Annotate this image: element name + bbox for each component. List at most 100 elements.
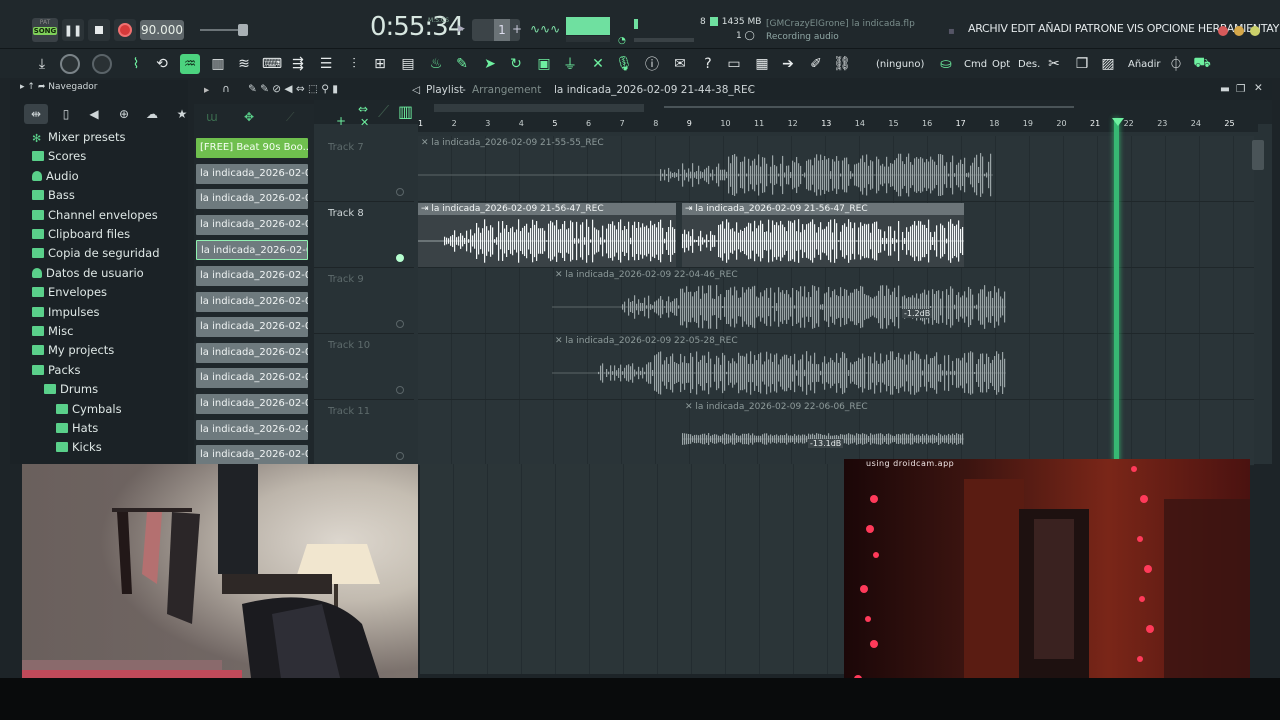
browser-item[interactable]: Cymbals <box>10 402 188 421</box>
download-icon[interactable]: ⤓ <box>32 54 52 74</box>
browser-item[interactable]: Misc <box>10 324 188 343</box>
minimize-window-icon[interactable] <box>1234 26 1244 36</box>
refresh-icon[interactable]: ↻ <box>506 54 526 74</box>
browser-plugin-icon[interactable]: ⊕ <box>112 104 136 124</box>
snap-icon[interactable]: ⏀ <box>1166 54 1186 74</box>
magnet-icon[interactable]: ∩ <box>222 83 230 95</box>
browser-menu-icon[interactable]: ▸ <box>20 82 25 92</box>
window-icon[interactable]: ▭ <box>724 54 744 74</box>
track-mute-led[interactable] <box>396 188 404 196</box>
link-icon[interactable]: ⛓ <box>832 54 852 74</box>
maximize-window-icon[interactable] <box>1250 26 1260 36</box>
timeline-ruler[interactable]: 1 2 3 4 5 6 7 8 9 10 11 12 13 14 15 16 17 18 19 20 21 22 23 24 2… <box>418 118 1258 132</box>
plug-icon[interactable]: ⏚ <box>560 54 580 74</box>
wait-input-icon[interactable]: ⇶ <box>288 54 308 74</box>
remove-icon[interactable]: ✕ <box>360 116 369 129</box>
picker-clip-item[interactable]: la indicada_2026-02-09... <box>196 189 308 210</box>
browser-item[interactable]: Copia de seguridad <box>10 246 188 265</box>
typing-keyboard-icon[interactable]: ⌨ <box>262 54 282 74</box>
pencil-icon[interactable]: ✐ <box>806 54 826 74</box>
pl-options-icon[interactable]: ▸ <box>204 84 209 96</box>
blend-icon[interactable]: ≋ <box>234 54 254 74</box>
piano-icon[interactable]: ▦ <box>752 54 772 74</box>
picker-clip-item[interactable]: la indicada_2026-02-09... <box>196 317 308 338</box>
audio-clip[interactable]: ✕ la indicada_2026-02-09 22-06-06_REC -13… <box>682 401 964 465</box>
audio-clip[interactable]: ✕ la indicada_2026-02-09 21-55-55_REC <box>418 137 993 201</box>
curve-icon[interactable]: ⌇ <box>126 54 146 74</box>
browser-star-icon[interactable]: ★ <box>170 104 194 124</box>
track-lane[interactable]: ✕ la indicada_2026-02-09 22-05-28_REC <box>418 334 1254 400</box>
ninguno-selector[interactable]: (ninguno) <box>876 59 924 70</box>
picker-clip-item[interactable]: la indicada_2026-02-09... <box>196 394 308 414</box>
piano-roll-icon[interactable]: ▤ <box>398 54 418 74</box>
scroll-track[interactable] <box>664 106 1074 108</box>
playhead-marker[interactable] <box>1112 118 1124 126</box>
clip-close-icon[interactable]: ✕ <box>685 402 695 412</box>
plugin-icon[interactable]: ♨ <box>426 54 446 74</box>
loop-icon[interactable]: ⟲ <box>152 54 172 74</box>
info-icon[interactable]: ⓘ <box>642 54 662 74</box>
clip-close-icon[interactable]: ✕ <box>555 270 565 280</box>
audio-clip[interactable]: ⇥ la indicada_2026-02-09 21-56-47_REC <box>682 203 964 267</box>
tempo-display[interactable]: 90.000 <box>140 20 184 40</box>
browser-item[interactable]: Envelopes <box>10 285 188 304</box>
copy-icon[interactable]: ❐ <box>1072 54 1092 74</box>
main-pitch-knob[interactable] <box>60 54 80 74</box>
add-pattern-icon[interactable]: + <box>512 22 522 36</box>
picker-clip-item[interactable]: la indicada_2026-02-09... <box>196 291 308 312</box>
grid-icon[interactable]: ▥ <box>398 102 413 121</box>
playlist-icon[interactable]: ☰ <box>316 54 336 74</box>
track-lane[interactable]: ✕ la indicada_2026-02-09 22-04-46_REC -1.… <box>418 268 1254 334</box>
browser-item[interactable]: Bass <box>10 188 188 207</box>
current-clip-name[interactable]: la indicada_2026-02-09 21-44-38_REC <box>554 84 755 96</box>
master-volume-slider[interactable] <box>238 24 248 36</box>
cmd-button[interactable]: Cmd <box>964 59 987 70</box>
clip-arrow-icon[interactable]: ⇥ <box>685 204 695 214</box>
record-button[interactable] <box>114 19 136 41</box>
picker-wave-icon[interactable]: ɯ <box>206 110 218 124</box>
browser-cloud-icon[interactable]: ☁ <box>140 104 164 124</box>
pl-max-icon[interactable]: ❐ <box>1236 83 1245 95</box>
pat-song-toggle[interactable]: PAT SONG <box>32 18 58 42</box>
pattern-prev-icon[interactable]: ▶ <box>458 24 465 34</box>
cut-icon[interactable]: ✂ <box>1044 54 1064 74</box>
track-mute-led[interactable] <box>396 386 404 394</box>
mixer-icon[interactable]: ⫶ <box>344 54 364 74</box>
track-mute-led[interactable] <box>396 320 404 328</box>
browser-all-icon[interactable]: ⇹ <box>24 104 48 124</box>
picker-clip-item[interactable]: [FREE] Beat 90s Boo... <box>196 138 308 158</box>
browser-item[interactable]: Drums <box>10 382 188 401</box>
clip-header[interactable]: ✕ la indicada_2026-02-09 22-04-46_REC <box>552 269 1006 281</box>
clip-header[interactable]: ✕ la indicada_2026-02-09 22-05-28_REC <box>552 335 1006 347</box>
browser-file-icon[interactable]: ▯ <box>54 104 78 124</box>
pl-close-icon[interactable]: ✕ <box>1254 82 1263 94</box>
track-lane[interactable]: ⇥ la indicada_2026-02-09 21-56-47_REC ⇥ l… <box>418 202 1254 268</box>
picker-clip-item[interactable]: la indicada_2026-02-09... <box>196 266 308 286</box>
audio-clip[interactable]: ✕ la indicada_2026-02-09 22-05-28_REC <box>552 335 1006 399</box>
picker-clip-item[interactable]: la indicada_2026-02-09... <box>196 163 308 184</box>
track-header[interactable]: Track 11 <box>314 400 414 466</box>
track-header[interactable]: Track 7 <box>314 136 414 202</box>
picker-clip-item[interactable]: la indicada_2026-02-09... <box>196 342 308 363</box>
cart-icon[interactable]: ⛟ <box>1192 54 1212 74</box>
paste-icon[interactable]: ▨ <box>1098 54 1118 74</box>
clip-header[interactable]: ⇥ la indicada_2026-02-09 21-56-47_REC <box>682 203 964 215</box>
arrow-right-icon[interactable]: ➔ <box>778 54 798 74</box>
track-mute-led[interactable] <box>396 452 404 460</box>
speaker-icon[interactable]: ◁ <box>412 84 420 96</box>
browser-item[interactable]: Datos de usuario <box>10 266 188 285</box>
up-arrow-icon[interactable]: ↑ <box>27 82 35 92</box>
opt-button[interactable]: Opt <box>992 59 1010 70</box>
pause-button[interactable]: ❚❚ <box>62 19 84 41</box>
browser-item[interactable]: Clipboard files <box>10 227 188 246</box>
anadir-button[interactable]: Añadir <box>1128 59 1161 70</box>
save-icon[interactable]: ▣ <box>534 54 554 74</box>
stamp-icon[interactable]: ⛀ <box>936 54 956 74</box>
track-lane[interactable]: ✕ la indicada_2026-02-09 21-55-55_REC <box>418 136 1254 202</box>
picker-slash-icon[interactable]: ⟋ <box>286 110 294 125</box>
picker-clip-item[interactable]: la indicada_2026-02-09... <box>196 214 308 235</box>
metronome-icon[interactable]: ◔ <box>618 36 626 46</box>
browser-item[interactable]: My projects <box>10 343 188 362</box>
browser-item[interactable]: ✻ Mixer presets <box>10 130 188 149</box>
pin-icon[interactable]: ➦ <box>38 82 46 92</box>
